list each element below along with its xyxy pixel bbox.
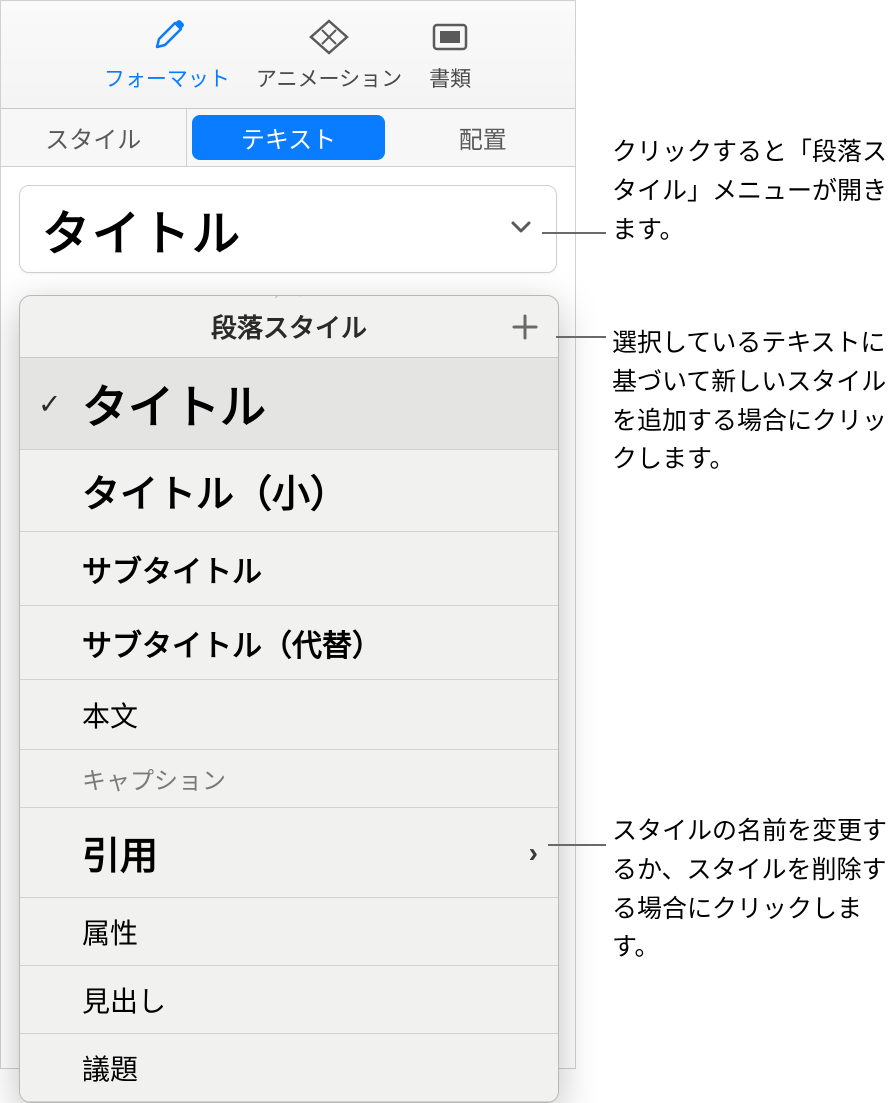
toolbar: フォーマット アニメーション 書類 [1,1,575,109]
style-item-label: 属性 [82,912,138,952]
style-item-label: サブタイトル（代替） [82,621,382,665]
style-item-label: 本文 [82,695,138,735]
add-style-button[interactable] [508,310,542,344]
style-item-title-small[interactable]: タイトル（小） [20,450,558,532]
style-item-quote[interactable]: 引用 › [20,808,558,898]
toolbar-document[interactable]: 書類 [424,9,476,101]
tab-arrange[interactable]: 配置 [390,109,575,166]
callout-rename-delete: スタイルの名前を変更するか、スタイルを削除する場合にクリックします。 [612,812,892,967]
style-item-agenda[interactable]: 議題 [20,1034,558,1102]
callout-line [548,844,606,846]
diamond-icon [307,17,351,57]
style-item-label: タイトル [82,371,266,437]
paragraph-style-dropdown[interactable]: タイトル [19,185,557,273]
callout-line [556,336,606,338]
popover-title: 段落スタイル [211,308,367,345]
toolbar-animation[interactable]: アニメーション [252,9,406,101]
toolbar-format[interactable]: フォーマット [100,9,234,101]
style-item-subtitle-alt[interactable]: サブタイトル（代替） [20,606,558,680]
tab-text[interactable]: テキスト [192,115,386,160]
callout-line [542,232,606,234]
style-item-body[interactable]: 本文 [20,680,558,750]
popover-header: 段落スタイル [20,296,558,358]
inspector-tabs: スタイル テキスト 配置 [1,109,575,167]
paragraph-style-section: タイトル [1,167,575,273]
toolbar-animation-label: アニメーション [256,63,402,93]
style-item-label: タイトル（小） [82,463,348,518]
style-item-caption[interactable]: キャプション [20,750,558,808]
chevron-right-icon[interactable]: › [529,837,538,869]
checkmark-icon: ✓ [38,387,61,420]
paragraph-styles-popover: 段落スタイル ✓ タイトル タイトル（小） サブタイトル サブタイトル（代替） [19,295,559,1103]
inspector-panel: フォーマット アニメーション 書類 スタイル テキスト 配置 [0,0,576,1069]
style-list: ✓ タイトル タイトル（小） サブタイトル サブタイトル（代替） 本文 キャプシ… [20,358,558,1102]
plus-icon [510,312,540,342]
toolbar-document-label: 書類 [429,63,471,93]
callout-open-menu: クリックすると「段落スタイル」メニューが開きます。 [612,133,892,249]
toolbar-format-label: フォーマット [104,63,230,93]
style-item-attribute[interactable]: 属性 [20,898,558,966]
style-item-title[interactable]: ✓ タイトル [20,358,558,450]
tab-style[interactable]: スタイル [1,109,187,166]
document-icon [428,17,472,57]
style-item-subtitle[interactable]: サブタイトル [20,532,558,606]
style-item-label: キャプション [82,761,226,796]
style-item-label: サブタイトル [82,547,262,591]
style-item-heading[interactable]: 見出し [20,966,558,1034]
style-item-label: 議題 [82,1048,138,1088]
style-item-label: 見出し [82,980,166,1020]
style-item-label: 引用 [82,825,158,880]
paintbrush-icon [145,17,189,57]
chevron-down-icon [508,214,534,245]
callout-add-style: 選択しているテキストに基づいて新しいスタイルを追加する場合にクリックします。 [612,324,892,479]
paragraph-style-current: タイトル [42,194,242,264]
